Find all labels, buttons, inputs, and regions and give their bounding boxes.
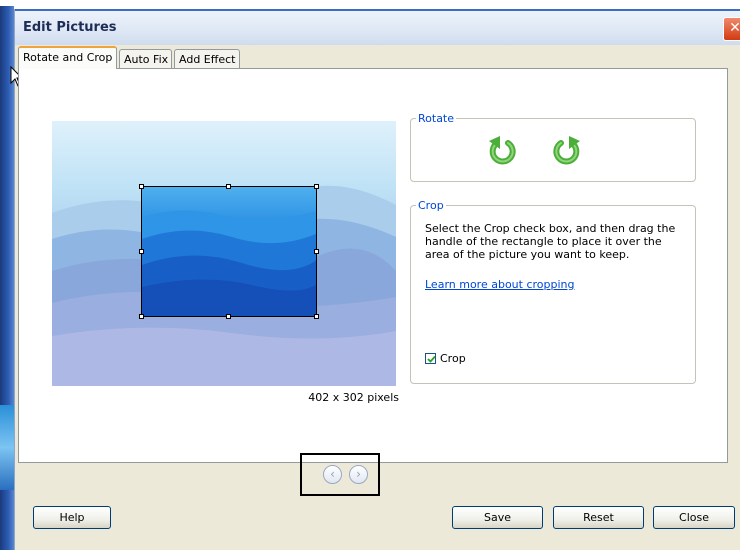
checkmark-icon: [427, 355, 436, 363]
rotate-counterclockwise-icon[interactable]: [487, 135, 517, 167]
crop-group: Crop Select the Crop check box, and then…: [410, 199, 696, 384]
crop-rectangle[interactable]: [141, 186, 317, 317]
previous-picture-button[interactable]: ‹: [323, 465, 342, 484]
save-button[interactable]: Save: [452, 506, 543, 529]
navigation-highlight-box: ‹ ›: [300, 453, 380, 496]
tab-panel: 402 x 302 pixels Rotate Crop Select the …: [18, 68, 728, 463]
tab-add-effect[interactable]: Add Effect: [174, 49, 240, 68]
learn-more-cropping-link[interactable]: Learn more about cropping: [425, 278, 575, 291]
close-button[interactable]: Close: [653, 506, 735, 529]
dialog-title: Edit Pictures: [23, 20, 117, 35]
help-button[interactable]: Help: [33, 506, 111, 529]
picture-dimensions: 402 x 302 pixels: [308, 391, 399, 404]
chevron-right-icon: ›: [356, 467, 361, 481]
screen-top-edge: [0, 0, 740, 6]
crop-handle-right[interactable]: [314, 249, 319, 254]
next-picture-button[interactable]: ›: [349, 465, 368, 484]
crop-legend: Crop: [418, 199, 444, 212]
crop-handle-top-right[interactable]: [314, 184, 319, 189]
crop-checkbox[interactable]: [425, 353, 436, 364]
chevron-left-icon: ‹: [330, 467, 335, 481]
crop-handle-bottom-left[interactable]: [139, 314, 144, 319]
close-window-button[interactable]: ✕: [723, 17, 740, 41]
reset-button[interactable]: Reset: [553, 506, 644, 529]
crop-handle-top[interactable]: [226, 184, 231, 189]
crop-checkbox-row[interactable]: Crop: [425, 352, 466, 365]
rotate-clockwise-icon[interactable]: [552, 135, 582, 167]
crop-handle-bottom-right[interactable]: [314, 314, 319, 319]
crop-handle-top-left[interactable]: [139, 184, 144, 189]
crop-instructions: Select the Crop check box, and then drag…: [425, 222, 676, 261]
close-icon: ✕: [729, 20, 740, 36]
title-bar[interactable]: Edit Pictures ✕: [15, 9, 740, 45]
crop-region-image: [142, 187, 316, 316]
tab-auto-fix[interactable]: Auto Fix: [119, 49, 172, 68]
crop-handle-left[interactable]: [139, 249, 144, 254]
crop-checkbox-label: Crop: [440, 352, 466, 365]
rotate-legend: Rotate: [418, 112, 455, 125]
picture-preview: [52, 121, 396, 386]
rotate-group: Rotate: [410, 112, 696, 182]
desktop-glow: [0, 405, 14, 490]
tab-rotate-and-crop[interactable]: Rotate and Crop: [18, 46, 117, 69]
crop-handle-bottom[interactable]: [226, 314, 231, 319]
